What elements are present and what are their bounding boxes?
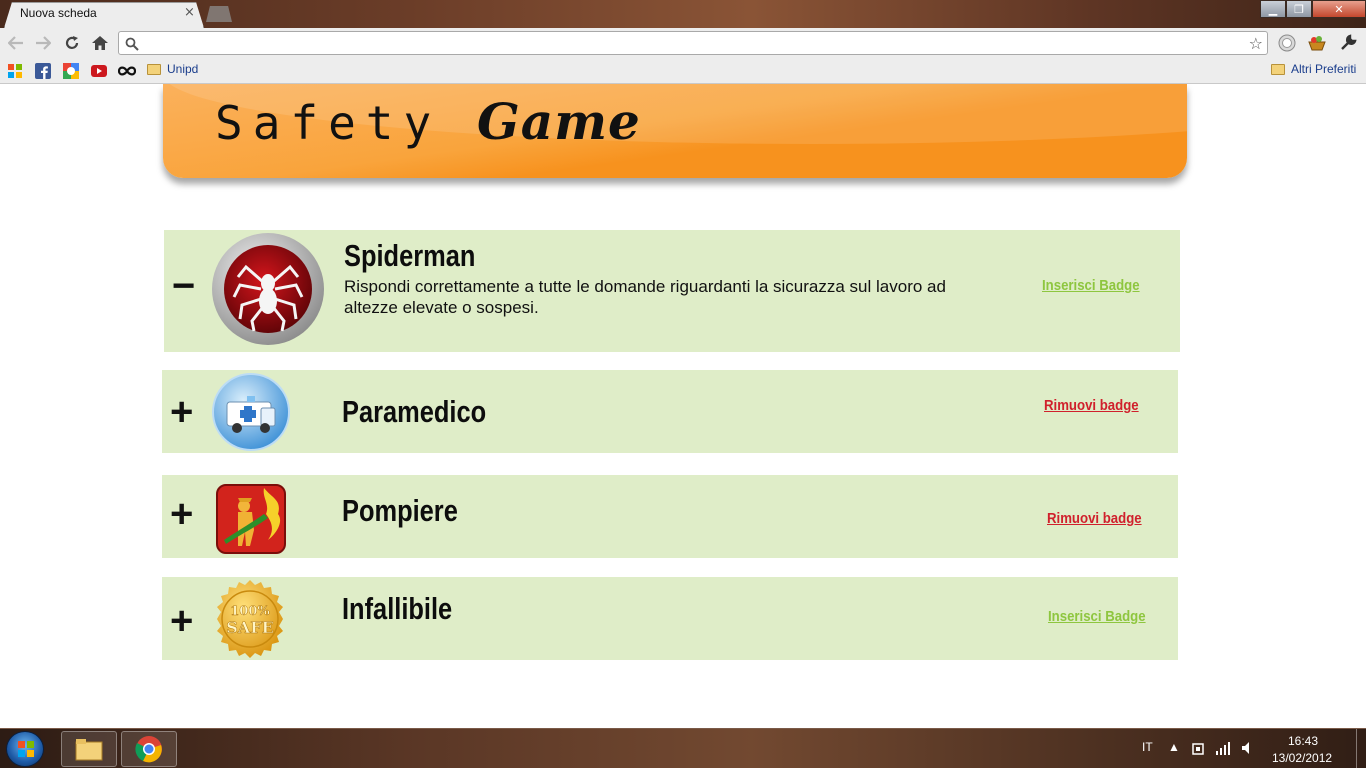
spider-icon (210, 231, 326, 351)
badge-row-pompiere: + Pompiere Rimuovi badge (162, 475, 1178, 558)
network-signal-icon[interactable] (1215, 740, 1231, 759)
badge-name: Pompiere (342, 493, 458, 528)
other-bookmarks-folder[interactable]: Altri Preferiti (1271, 62, 1356, 76)
forward-arrow-icon[interactable] (32, 33, 54, 53)
bookmark-star-icon[interactable]: ☆ (1249, 34, 1263, 53)
badge-row-spiderman: − Spiderman Rispondi correttamente a tut… (164, 230, 1180, 352)
new-tab-button[interactable] (206, 6, 232, 22)
badge-row-paramedico: + Paramedico Rimuovi badge (162, 370, 1178, 453)
show-hidden-icons-arrow-icon[interactable]: ▲ (1168, 740, 1180, 754)
safe-seal-icon: 100% SAFE (210, 579, 290, 663)
window-controls: ▁ ❐ ✕ (1260, 0, 1366, 18)
title-bar: Nuova scheda × ▁ ❐ ✕ (0, 0, 1366, 28)
bookmark-folder-unipd[interactable]: Unipd (147, 62, 198, 76)
wrench-icon[interactable] (1338, 33, 1358, 53)
remove-badge-link[interactable]: Rimuovi badge (1047, 510, 1142, 527)
seal-text-bottom: SAFE (226, 618, 274, 637)
taskbar: IT ▲ 16:43 13/02/2012 (0, 728, 1366, 768)
chrome-icon (135, 736, 162, 763)
tab-title: Nuova scheda (20, 6, 97, 20)
action-center-flag-icon[interactable] (1191, 741, 1205, 760)
badge-name: Spiderman (344, 238, 476, 273)
reload-icon[interactable] (61, 33, 83, 53)
bookmark-folder-label: Unipd (167, 62, 199, 76)
youtube-bookmark-icon[interactable] (91, 63, 107, 79)
bookmarks-bar: Unipd Altri Preferiti (0, 58, 1366, 84)
volume-icon[interactable] (1241, 740, 1255, 759)
badge-name: Infallibile (342, 591, 453, 626)
search-icon (125, 36, 139, 55)
facebook-bookmark-icon[interactable] (35, 63, 51, 79)
windows-bookmark-icon[interactable] (7, 63, 23, 79)
infinity-bookmark-icon[interactable] (117, 63, 137, 79)
minimize-button[interactable]: ▁ (1260, 0, 1286, 18)
home-icon[interactable] (89, 33, 111, 53)
back-arrow-icon[interactable] (5, 33, 27, 53)
explorer-taskbar-button[interactable] (61, 731, 117, 767)
folder-icon (75, 739, 103, 761)
remove-badge-link[interactable]: Rimuovi badge (1044, 397, 1139, 414)
firefighter-icon (216, 484, 286, 558)
start-button[interactable] (6, 731, 44, 767)
other-bookmarks-label: Altri Preferiti (1291, 62, 1357, 76)
seal-text-top: 100% (230, 604, 270, 619)
clock-date[interactable]: 13/02/2012 (1272, 751, 1332, 765)
ambulance-icon (211, 372, 291, 456)
badge-row-infallibile: + 100% SAFE Infallibile Inserisci Badge (162, 577, 1178, 660)
collapse-toggle[interactable]: − (172, 266, 195, 306)
tab-close-icon[interactable]: × (184, 5, 195, 20)
badge-name: Paramedico (342, 394, 487, 429)
extension-basket-icon[interactable] (1307, 33, 1327, 53)
page-content: Safety Game − Spiderman Rispondi corrett… (0, 84, 1366, 728)
folder-icon (147, 63, 161, 75)
address-bar[interactable]: ☆ (118, 31, 1268, 55)
title-game: Game (477, 92, 641, 151)
expand-toggle[interactable]: + (170, 392, 193, 432)
header-banner: Safety Game (163, 84, 1187, 178)
maximize-button[interactable]: ❐ (1286, 0, 1312, 18)
folder-icon (1271, 63, 1285, 75)
title-safety: Safety (215, 96, 442, 150)
chrome-taskbar-button[interactable] (121, 731, 177, 767)
extension-clock-icon[interactable] (1277, 33, 1297, 53)
close-window-button[interactable]: ✕ (1312, 0, 1366, 18)
google-bookmark-icon[interactable] (63, 63, 79, 79)
clock-time[interactable]: 16:43 (1288, 734, 1318, 748)
expand-toggle[interactable]: + (170, 494, 193, 534)
insert-badge-link[interactable]: Inserisci Badge (1048, 608, 1146, 625)
badge-description: Rispondi correttamente a tutte le domand… (344, 277, 946, 317)
language-indicator[interactable]: IT (1142, 740, 1153, 754)
show-desktop-button[interactable] (1356, 729, 1366, 768)
expand-toggle[interactable]: + (170, 601, 193, 641)
insert-badge-link[interactable]: Inserisci Badge (1042, 277, 1140, 294)
